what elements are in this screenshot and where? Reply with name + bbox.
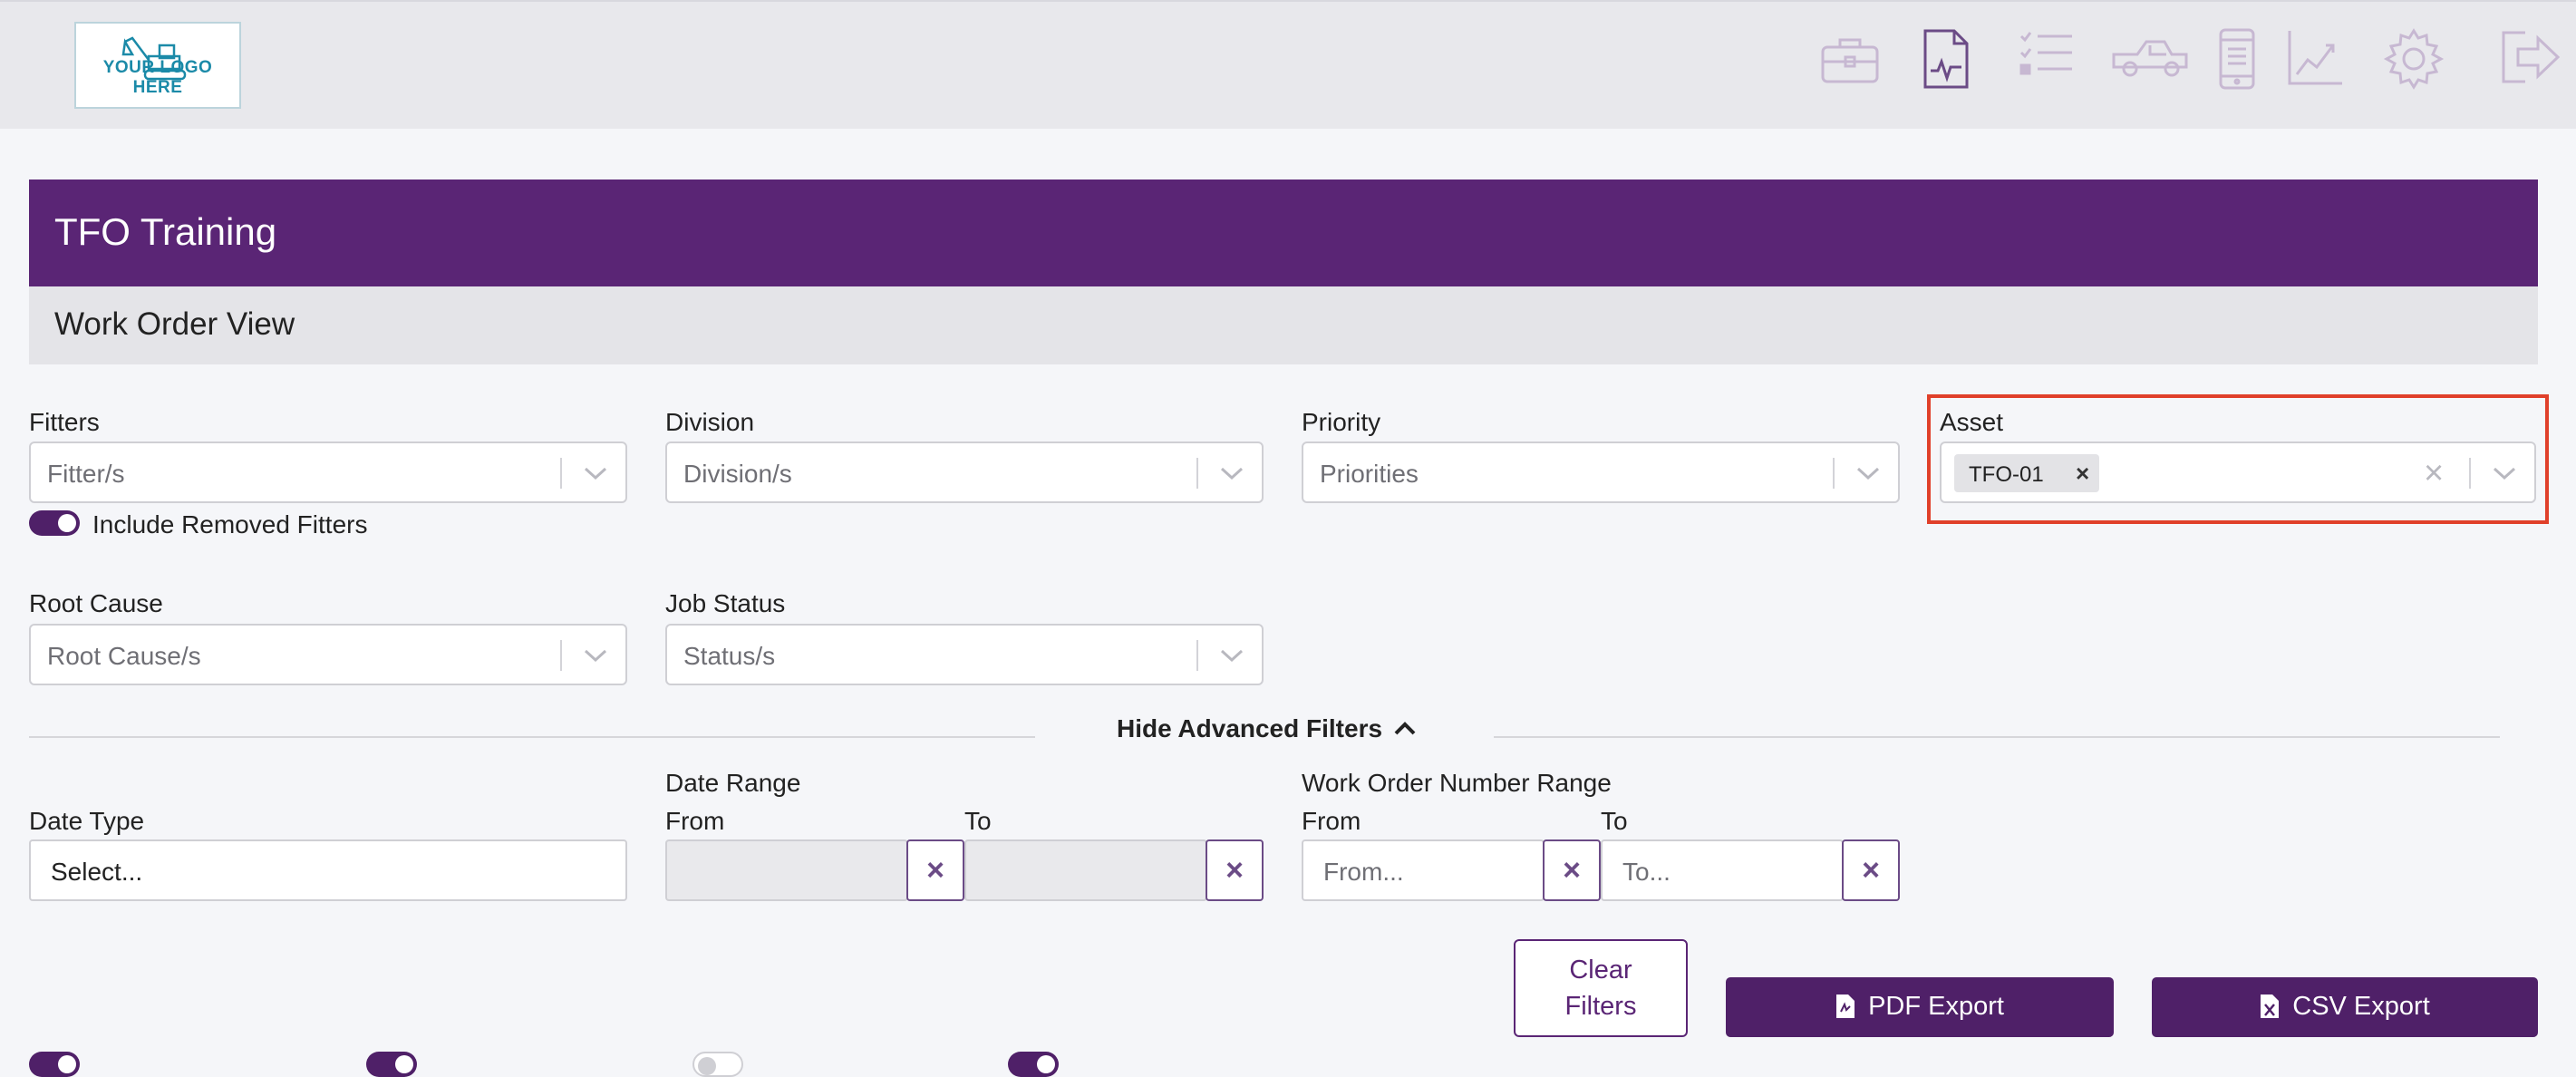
clear-filters-button[interactable]: Clear Filters [1514,939,1688,1037]
select-separator [1196,640,1198,671]
include-removed-toggle[interactable] [29,510,80,536]
page-banner: TFO Training [29,180,2538,286]
wo-range-label: Work Order Number Range [1302,769,1612,797]
clear-date-to-button[interactable]: × [1206,839,1264,901]
chevron-down-icon[interactable] [1218,645,1245,665]
toolbox-icon[interactable] [1818,27,1882,91]
job-status-placeholder: Status/s [683,642,776,670]
chevron-up-icon [1394,722,1416,735]
division-label: Division [665,408,755,436]
chevron-down-icon[interactable] [582,463,609,483]
hide-advanced-filters-toggle[interactable]: Hide Advanced Filters [1117,714,1417,743]
gear-icon[interactable] [2382,27,2445,91]
root-cause-select[interactable]: Root Cause/s [29,624,627,685]
mobile-icon[interactable] [2217,27,2257,91]
clear-wo-from-button[interactable]: × [1543,839,1601,901]
asset-highlight-box [1927,394,2549,524]
division-select[interactable]: Division/s [665,441,1264,503]
clear-date-from-button[interactable]: × [906,839,964,901]
date-to-label: To [964,807,992,835]
bottom-toggle-2[interactable] [366,1052,417,1077]
fitters-placeholder: Fitter/s [47,460,125,488]
banner-title: TFO Training [54,210,277,253]
chevron-down-icon[interactable] [582,645,609,665]
date-range-label: Date Range [665,769,801,797]
divider-right [1494,736,2500,738]
chart-icon[interactable] [2286,27,2346,87]
toggle-knob [395,1055,413,1073]
fitters-select[interactable]: Fitter/s [29,441,627,503]
root-cause-placeholder: Root Cause/s [47,642,201,670]
date-type-value: Select... [51,858,143,886]
page-title: Work Order View [54,306,295,342]
date-from-label: From [665,807,725,835]
bottom-toggle-4[interactable] [1008,1052,1059,1077]
logo-text: YOUR LOGO HERE [102,58,213,97]
date-to-input[interactable] [964,839,1207,901]
root-cause-label: Root Cause [29,589,163,617]
clear-filters-label-1: Clear [1569,956,1632,985]
clear-wo-to-button[interactable]: × [1842,839,1900,901]
wo-to-input[interactable]: To... [1601,839,1844,901]
hide-advanced-filters-label: Hide Advanced Filters [1117,714,1383,742]
division-placeholder: Division/s [683,460,792,488]
priority-label: Priority [1302,408,1381,436]
date-from-input[interactable] [665,839,908,901]
job-status-label: Job Status [665,589,786,617]
priority-select[interactable]: Priorities [1302,441,1900,503]
wo-to-label: To [1601,807,1628,835]
logout-icon[interactable] [2498,27,2561,87]
top-navigation-bar: YOUR LOGO HERE [0,0,2576,129]
pdf-export-label: PDF Export [1868,992,2004,1021]
toggle-knob [698,1057,716,1075]
toggle-knob [58,1055,76,1073]
csv-file-icon [2261,995,2280,1018]
view-title-bar: Work Order View [29,286,2538,364]
csv-export-button[interactable]: CSV Export [2152,977,2538,1037]
date-type-label: Date Type [29,807,145,835]
truck-icon[interactable] [2110,27,2192,85]
wo-from-input[interactable]: From... [1302,839,1545,901]
job-status-select[interactable]: Status/s [665,624,1264,685]
select-separator [560,640,562,671]
date-type-select[interactable]: Select... [29,839,627,901]
select-separator [560,458,562,489]
bottom-toggle-3[interactable] [692,1052,743,1077]
wo-from-placeholder: From... [1323,858,1404,886]
company-logo[interactable]: YOUR LOGO HERE [74,22,241,109]
clear-filters-label-2: Filters [1564,992,1637,1021]
chevron-down-icon[interactable] [1218,463,1245,483]
chevron-down-icon[interactable] [1855,463,1882,483]
select-separator [1196,458,1198,489]
csv-export-label: CSV Export [2292,992,2430,1021]
toggle-knob [1037,1055,1055,1073]
document-icon[interactable] [1920,27,1972,91]
checklist-icon[interactable] [2018,27,2076,85]
include-removed-label: Include Removed Fitters [92,510,368,538]
priority-placeholder: Priorities [1320,460,1419,488]
bottom-toggle-1[interactable] [29,1052,80,1077]
toggle-knob [58,514,76,532]
select-separator [1833,458,1835,489]
divider-left [29,736,1035,738]
wo-to-placeholder: To... [1622,858,1671,886]
pdf-file-icon [1836,995,1855,1018]
fitters-label: Fitters [29,408,100,436]
pdf-export-button[interactable]: PDF Export [1726,977,2114,1037]
wo-from-label: From [1302,807,1361,835]
